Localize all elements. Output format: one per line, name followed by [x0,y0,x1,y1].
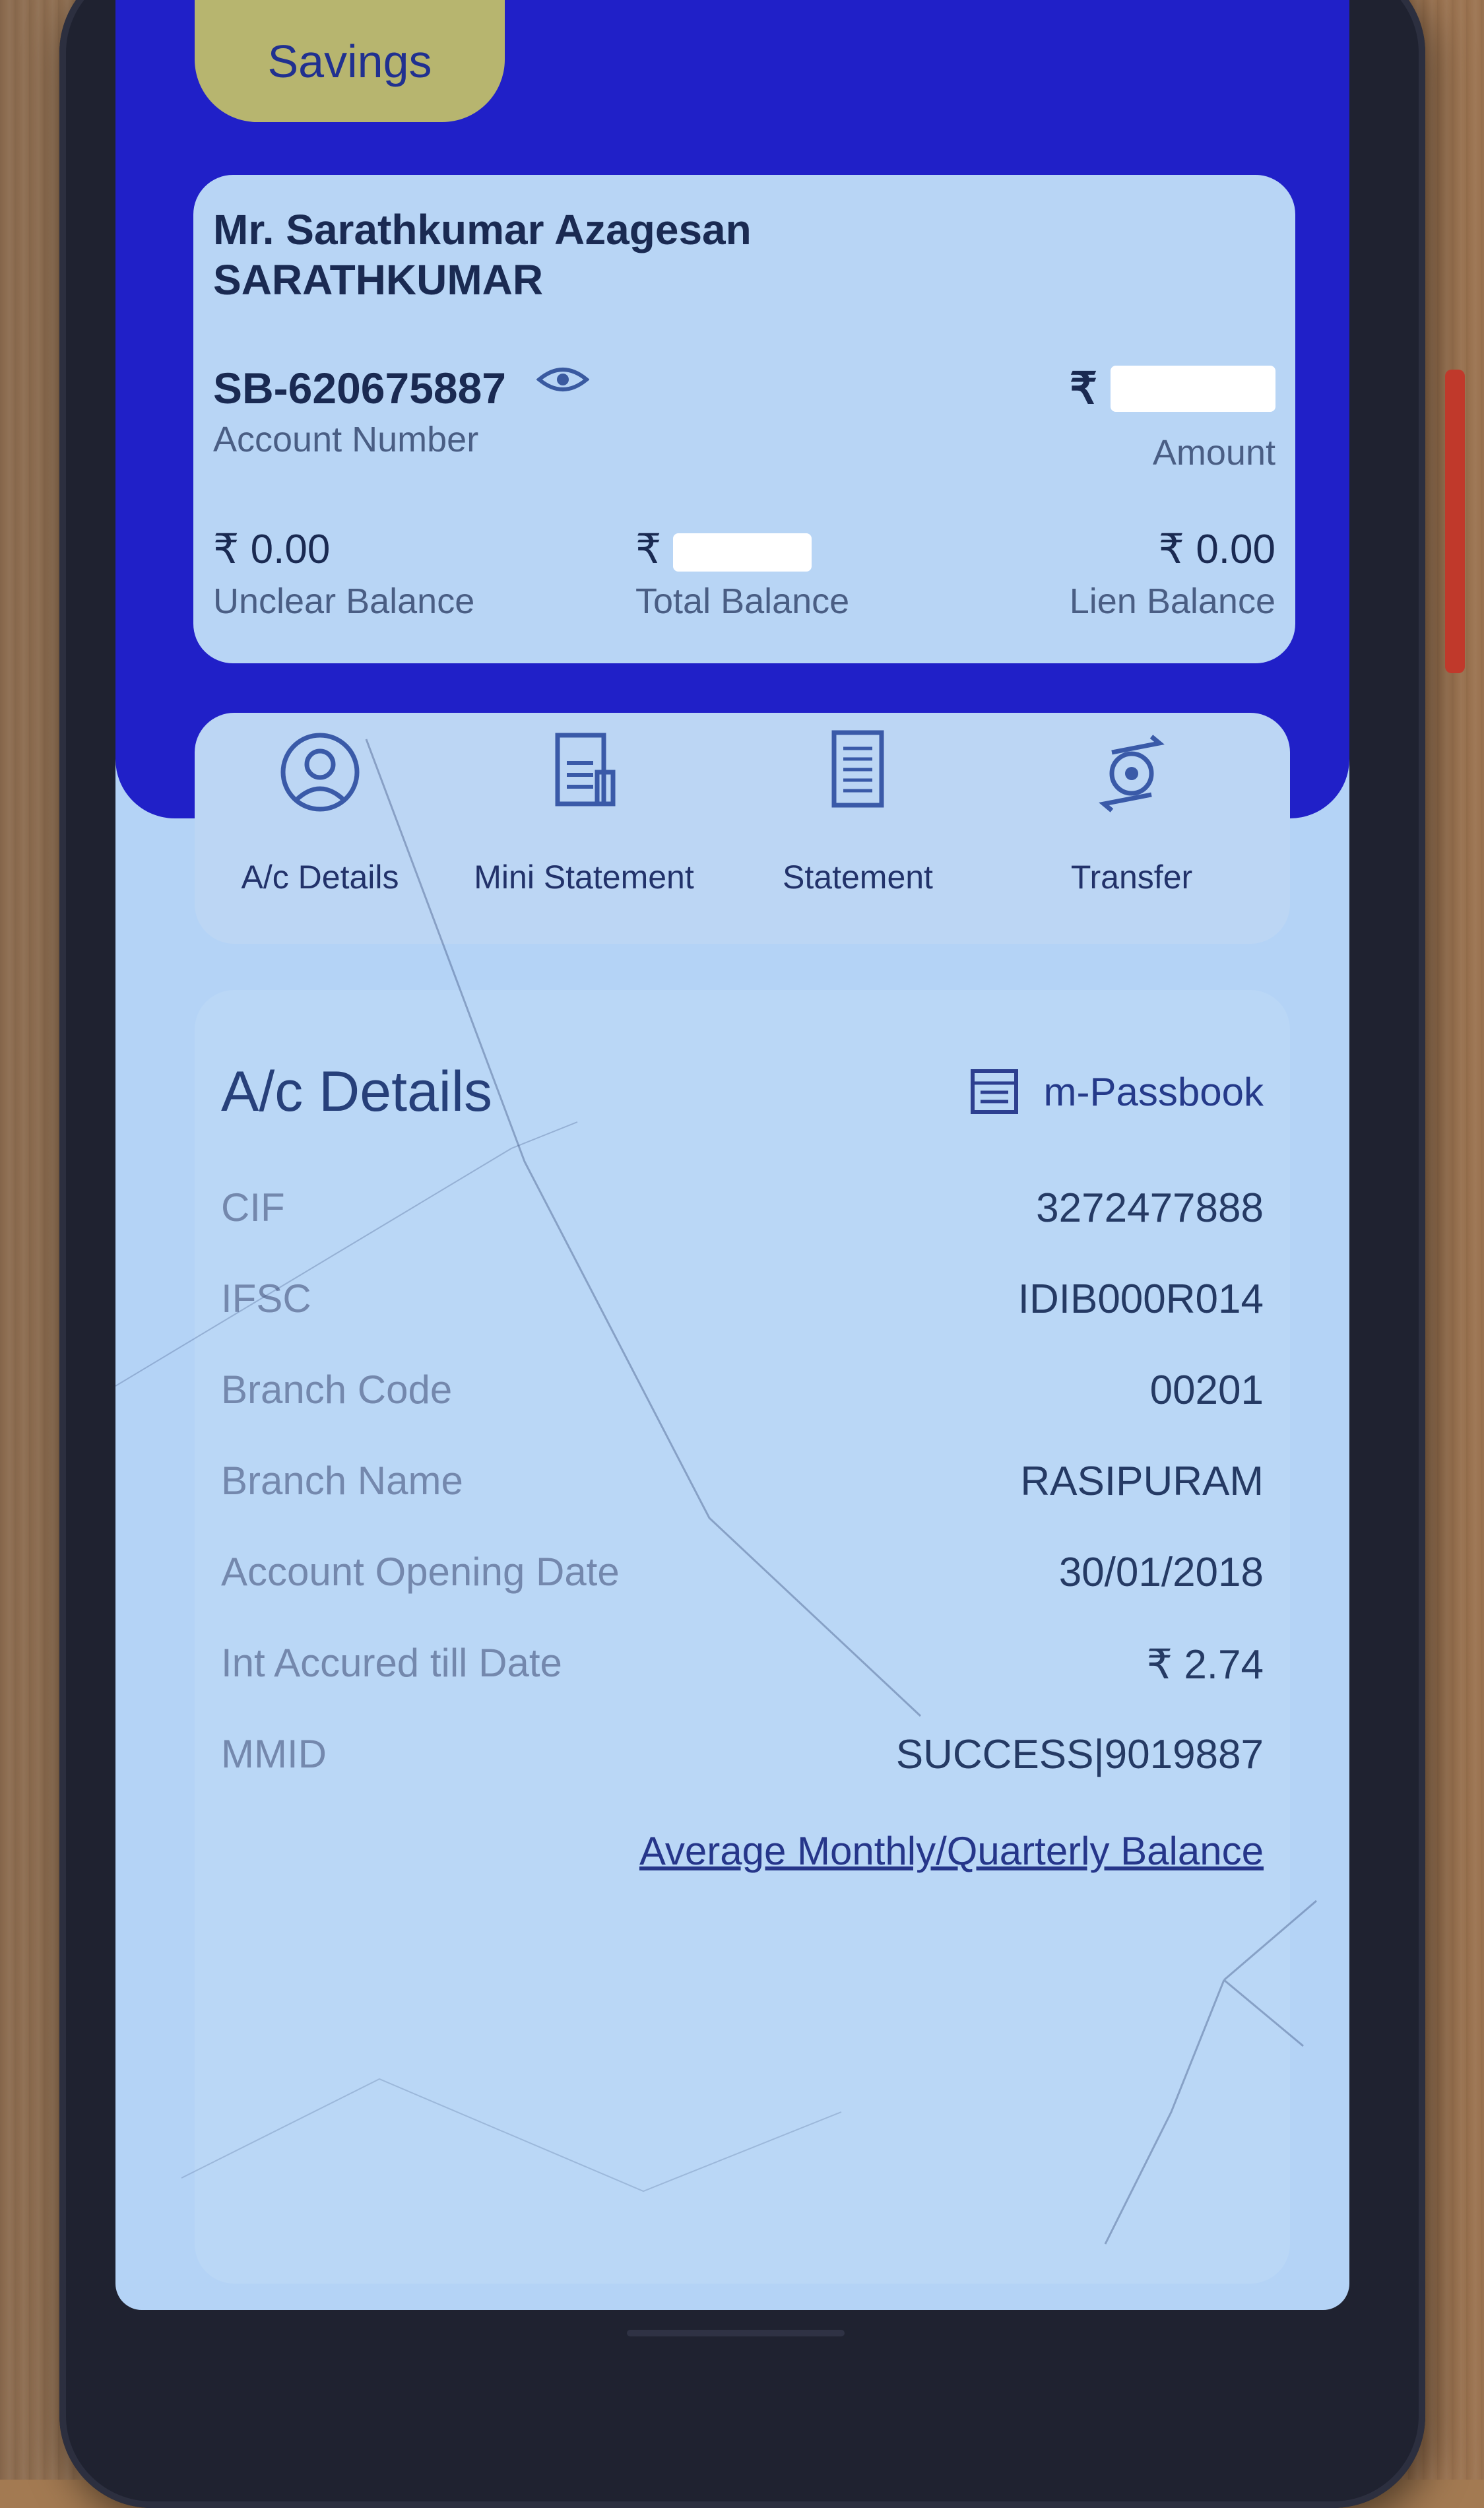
user-circle-icon [280,733,360,812]
amount-label: Amount [1152,433,1275,473]
receipt-icon [555,733,616,807]
average-balance-link[interactable]: Average Monthly/Quarterly Balance [639,1828,1264,1874]
quick-actions-bar: A/c Details Mini Statement Statement Tra… [195,713,1290,944]
account-number: SB-620675887 [213,364,507,412]
account-holder-name: Mr. Sarathkumar Azagesan SARATHKUMAR [213,206,752,304]
detail-label: Int Accured till Date [221,1641,562,1685]
unclear-balance-label: Unclear Balance [213,581,475,621]
home-indicator [627,2330,845,2336]
total-balance-currency: ₹ [635,527,662,572]
detail-label: MMID [221,1732,327,1776]
detail-label: Branch Code [221,1368,453,1412]
detail-label: CIF [221,1185,285,1230]
unclear-balance-value: ₹ 0.00 [213,527,331,572]
total-balance-value: ₹ [635,525,849,573]
m-passbook-button[interactable]: m-Passbook [969,1066,1264,1117]
phone-side-button [1445,370,1465,673]
transfer-icon [1099,735,1165,812]
action-label: Mini Statement [474,859,694,896]
detail-row-ifsc: IFSC IDIB000R014 [221,1276,1264,1329]
detail-value: 00201 [1149,1368,1264,1413]
action-transfer[interactable]: Transfer [1006,726,1257,896]
detail-label: Account Opening Date [221,1550,620,1594]
total-balance-redaction [672,533,812,572]
lien-balance-value: ₹ 0.00 [1158,527,1275,572]
balances-row: ₹ 0.00 Unclear Balance ₹ Total Balance ₹… [213,525,1275,644]
action-ac-details[interactable]: A/c Details [195,726,445,896]
lien-balance: ₹ 0.00 Lien Balance [1070,525,1275,622]
lien-balance-label: Lien Balance [1069,581,1275,621]
savings-tab[interactable]: Savings [195,0,505,122]
unclear-balance: ₹ 0.00 Unclear Balance [213,525,474,622]
details-title: A/c Details [221,1060,493,1123]
account-details-card: A/c Details m-Passbook CIF 3272477888 IF… [195,990,1290,2284]
amount-redaction [1111,365,1275,412]
detail-row-interest: Int Accured till Date ₹ 2.74 [221,1640,1264,1693]
total-balance: ₹ Total Balance [635,525,849,622]
action-statement[interactable]: Statement [732,726,983,896]
detail-value: 30/01/2018 [1058,1550,1264,1595]
detail-value: ₹ 2.74 [1146,1642,1264,1688]
app-screen: Savings Mr. Sarathkumar Azagesan SARATHK… [115,0,1349,2310]
eye-icon[interactable] [536,363,589,396]
action-label: Transfer [1070,859,1193,896]
account-summary-card: Mr. Sarathkumar Azagesan SARATHKUMAR SB-… [193,175,1295,663]
total-balance-label: Total Balance [635,581,850,621]
passbook-icon [970,1069,1018,1114]
detail-value: IDIB000R014 [1017,1276,1264,1322]
amount-currency: ₹ [1070,364,1097,412]
document-icon [831,730,884,808]
detail-value: RASIPURAM [1020,1459,1264,1504]
detail-value: 3272477888 [1036,1185,1264,1231]
amount-value: ₹ [1070,363,1275,414]
m-passbook-label: m-Passbook [1043,1069,1264,1114]
detail-row-opening-date: Account Opening Date 30/01/2018 [221,1549,1264,1602]
action-mini-statement[interactable]: Mini Statement [459,726,709,896]
detail-label: IFSC [221,1276,311,1321]
action-label: Statement [783,859,933,896]
account-number-label: Account Number [213,420,479,459]
detail-value: SUCCESS|9019887 [895,1732,1264,1777]
detail-row-branch-name: Branch Name RASIPURAM [221,1458,1264,1511]
detail-row-mmid: MMID SUCCESS|9019887 [221,1731,1264,1784]
detail-row-branch-code: Branch Code 00201 [221,1367,1264,1420]
detail-label: Branch Name [221,1459,463,1503]
detail-row-cif: CIF 3272477888 [221,1185,1264,1238]
action-label: A/c Details [241,859,399,896]
